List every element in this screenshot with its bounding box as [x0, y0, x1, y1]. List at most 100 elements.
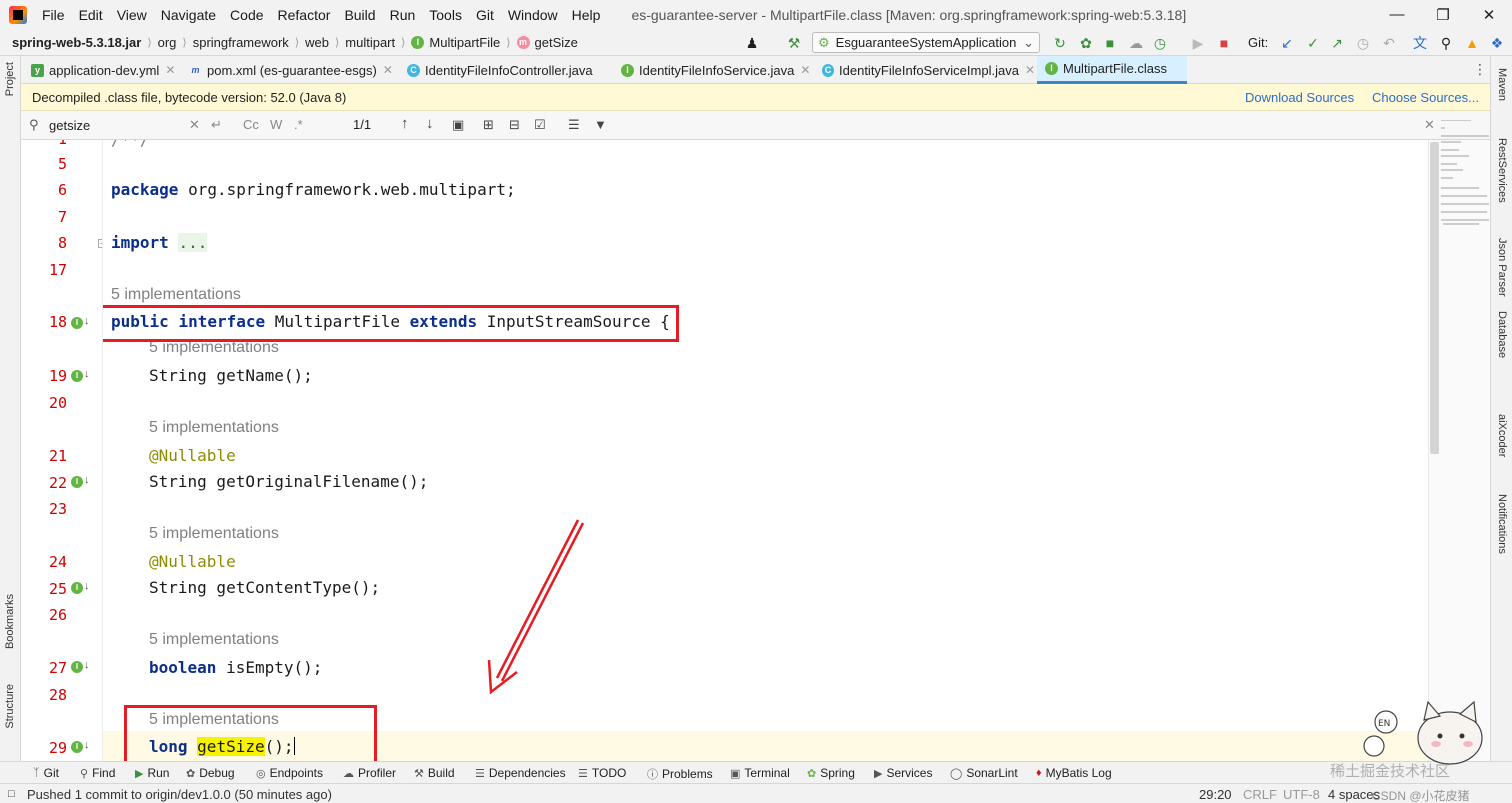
close-icon[interactable]: ✕: [800, 63, 810, 77]
implementations-hint[interactable]: 5 implementations: [149, 631, 279, 649]
breadcrumb-multipartfile[interactable]: I MultipartFile: [407, 35, 504, 50]
project-tool-button[interactable]: Project: [4, 62, 16, 96]
close-find-icon[interactable]: ✕: [1424, 117, 1435, 133]
git-rollback-icon[interactable]: ↶: [1381, 35, 1397, 51]
vertical-scrollbar[interactable]: [1430, 142, 1439, 454]
attach-icon[interactable]: ◷: [1152, 35, 1168, 51]
implementations-hint[interactable]: 5 implementations: [149, 525, 279, 543]
tool-sonarlint[interactable]: ◯ SonarLint: [950, 766, 1018, 780]
status-message[interactable]: Pushed 1 commit to origin/dev1.0.0 (50 m…: [27, 787, 332, 802]
choose-sources-link[interactable]: Choose Sources...: [1372, 90, 1479, 105]
menu-window[interactable]: Window: [501, 7, 565, 23]
tool-dependencies[interactable]: ☰ Dependencies: [475, 766, 566, 780]
git-push-icon[interactable]: ↗: [1329, 35, 1345, 51]
tool-services[interactable]: ▶ Services: [874, 766, 932, 780]
maven-tool-button[interactable]: Maven: [1496, 68, 1508, 101]
menu-build[interactable]: Build: [337, 7, 382, 23]
translate-icon[interactable]: 文: [1412, 35, 1428, 51]
menu-refactor[interactable]: Refactor: [271, 7, 338, 23]
tool-run[interactable]: ▶ Run: [135, 766, 169, 780]
json-parser-tool-button[interactable]: Json Parser: [1496, 238, 1508, 297]
minimize-button[interactable]: —: [1374, 0, 1420, 29]
line-separator[interactable]: CRLF: [1243, 787, 1277, 802]
folded-imports[interactable]: ...: [178, 233, 208, 252]
breadcrumb-multipart[interactable]: multipart: [341, 35, 399, 50]
menu-tools[interactable]: Tools: [422, 7, 469, 23]
tool-terminal[interactable]: ▣ Terminal: [730, 766, 790, 780]
tab-pom-xml[interactable]: m pom.xml (es-guarantee-esgs) ✕: [181, 56, 397, 84]
implementations-hint[interactable]: 5 implementations: [111, 286, 241, 304]
notifications-tool-button[interactable]: Notifications: [1496, 494, 1508, 554]
code-editor[interactable]: /**/ package org.springframework.web.mul…: [103, 140, 1428, 761]
search-everywhere-icon[interactable]: ⚲: [1438, 35, 1454, 51]
filter-icon[interactable]: ▼: [594, 117, 607, 132]
database-tool-button[interactable]: Database: [1496, 311, 1508, 358]
close-icon[interactable]: ✕: [1025, 63, 1035, 77]
menu-view[interactable]: View: [110, 7, 154, 23]
aixcoder-tool-button[interactable]: aiXcoder: [1496, 414, 1508, 457]
menu-file[interactable]: File: [35, 7, 72, 23]
caret-position[interactable]: 29:20: [1199, 787, 1232, 802]
close-icon[interactable]: ✕: [165, 63, 175, 77]
more-tabs-icon[interactable]: ⋮: [1473, 61, 1487, 78]
close-icon[interactable]: ✕: [383, 63, 393, 77]
tool-spring[interactable]: ✿ Spring: [807, 766, 855, 780]
breadcrumb-getsize[interactable]: m getSize: [513, 35, 582, 50]
tool-find[interactable]: ⚲ Find: [80, 766, 115, 780]
git-update-icon[interactable]: ↙: [1279, 35, 1295, 51]
file-encoding[interactable]: UTF-8: [1283, 787, 1320, 802]
tab-identityfileinfoserviceimpl[interactable]: C IdentityFileInfoServiceImpl.java ✕: [814, 56, 1035, 84]
previous-occurrence-icon[interactable]: ↑: [401, 115, 409, 132]
tool-build[interactable]: ⚒ Build: [414, 766, 455, 780]
implemented-icon[interactable]: I: [71, 317, 83, 329]
implemented-icon[interactable]: I: [71, 741, 83, 753]
coverage-icon[interactable]: ■: [1102, 35, 1118, 51]
arrow-down-icon[interactable]: ↓: [84, 659, 90, 671]
tab-application-dev-yml[interactable]: y application-dev.yml ✕: [23, 56, 179, 84]
tab-identityfileinfoservice[interactable]: I IdentityFileInfoService.java ✕: [613, 56, 825, 84]
user-icon[interactable]: ♟: [744, 35, 760, 51]
hammer-icon[interactable]: ⚒: [786, 35, 802, 51]
tool-git[interactable]: ᛉ Git: [33, 766, 59, 780]
implemented-icon[interactable]: I: [71, 476, 83, 488]
menu-help[interactable]: Help: [565, 7, 608, 23]
close-window-button[interactable]: ✕: [1466, 0, 1512, 29]
menu-git[interactable]: Git: [469, 7, 501, 23]
profiler-icon[interactable]: ☁: [1128, 35, 1144, 51]
arrow-down-icon[interactable]: ↓: [84, 474, 90, 486]
run-icon[interactable]: ▶: [1190, 35, 1206, 51]
tab-multipartfile-class[interactable]: I MultipartFile.class: [1037, 56, 1187, 84]
tool-mybatis-log[interactable]: ♦ MyBatis Log: [1036, 766, 1112, 780]
tool-profiler[interactable]: ☁ Profiler: [343, 766, 396, 780]
run-configuration-select[interactable]: ⚙ EsguaranteeSystemApplication ⌄: [812, 32, 1040, 53]
restore-button[interactable]: ❐: [1420, 0, 1466, 29]
tool-debug[interactable]: ✿ Debug: [186, 766, 235, 780]
tab-identityfileinfocontroller[interactable]: C IdentityFileInfoController.java: [399, 56, 611, 84]
implemented-icon[interactable]: I: [71, 582, 83, 594]
menu-edit[interactable]: Edit: [72, 7, 110, 23]
new-line-icon[interactable]: ↵: [211, 117, 222, 133]
arrow-down-icon[interactable]: ↓: [84, 315, 90, 327]
tool-endpoints[interactable]: ◎ Endpoints: [256, 766, 323, 780]
breadcrumb-jar[interactable]: spring-web-5.3.18.jar: [8, 35, 145, 50]
clear-search-icon[interactable]: ✕: [189, 117, 200, 133]
next-occurrence-icon[interactable]: ↓: [426, 115, 434, 132]
add-occurrence-icon[interactable]: ⊞: [483, 117, 494, 133]
breadcrumb-org[interactable]: org: [154, 35, 181, 50]
rerun-icon[interactable]: ↻: [1052, 35, 1068, 51]
regex-toggle[interactable]: .*: [294, 117, 303, 132]
implementations-hint[interactable]: 5 implementations: [149, 419, 279, 437]
tool-problems[interactable]: ⓘ Problems: [647, 766, 713, 782]
updates-icon[interactable]: ▲: [1464, 35, 1480, 51]
download-sources-link[interactable]: Download Sources: [1245, 90, 1354, 105]
breadcrumb-springframework[interactable]: springframework: [189, 35, 293, 50]
arrow-down-icon[interactable]: ↓: [84, 368, 90, 380]
select-all-occurrences-icon[interactable]: ☑: [534, 117, 546, 133]
match-case-toggle[interactable]: Cc: [243, 117, 259, 132]
debug-icon[interactable]: ✿: [1078, 35, 1094, 51]
git-commit-icon[interactable]: ✓: [1305, 35, 1321, 51]
search-input[interactable]: [49, 115, 209, 135]
menu-code[interactable]: Code: [223, 7, 270, 23]
stop-icon[interactable]: ■: [1216, 35, 1232, 51]
implemented-icon[interactable]: I: [71, 370, 83, 382]
